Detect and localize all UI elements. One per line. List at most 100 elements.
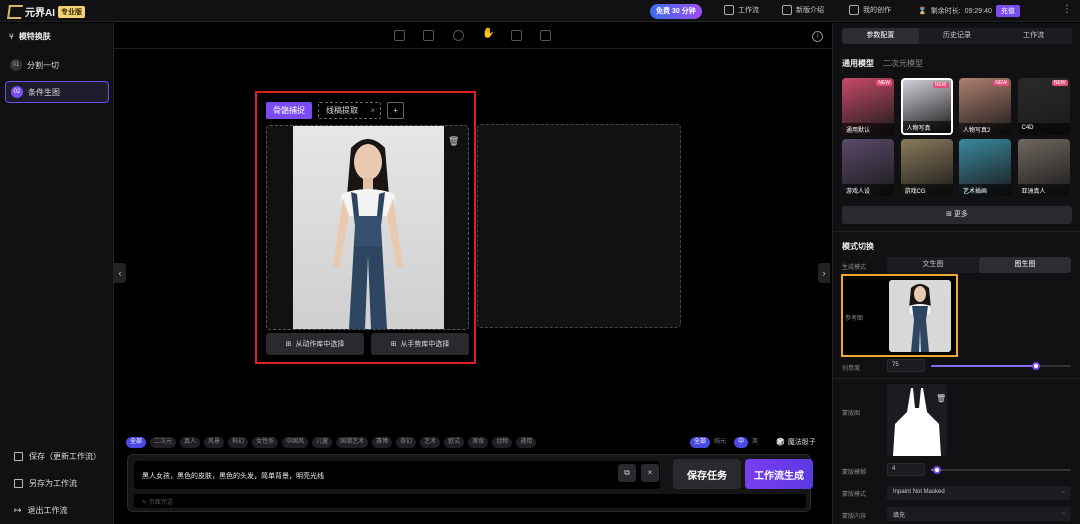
workflow-link[interactable]: 工作流	[724, 5, 759, 15]
exit-workflow-button[interactable]: ↦ 退出工作流	[14, 505, 68, 516]
new-badge: NEW	[1051, 80, 1068, 86]
tab-params[interactable]: 参数配置	[842, 28, 919, 44]
tab-history[interactable]: 历史记录	[919, 28, 996, 44]
negative-prompt-input[interactable]: ✎ 负面咒语	[134, 494, 806, 508]
save-task-button[interactable]: 保存任务	[673, 459, 741, 489]
pick-from-library-button[interactable]: ⊞ 从动作库中选择	[266, 333, 364, 355]
my-creations-link[interactable]: 我的创作	[849, 5, 891, 15]
model-card[interactable]: 游戏人设	[842, 139, 894, 196]
save-workflow-button[interactable]: 保存（更新工作流）	[14, 451, 101, 462]
style-tag[interactable]: 真人	[180, 437, 201, 448]
mask-mode-select[interactable]: Inpaint Not Masked ⌄	[887, 486, 1071, 500]
canvas-toolbar: ✋ i	[114, 23, 832, 49]
model-card[interactable]: C4D NEW	[1017, 78, 1070, 135]
free-minutes-pill[interactable]: 免费 30 分钟	[650, 4, 702, 19]
sidebar-step-segment[interactable]: 01 分割一切	[5, 54, 109, 76]
new-intro-label: 新版介绍	[796, 7, 824, 14]
info-icon[interactable]: i	[812, 31, 823, 42]
close-icon[interactable]: ×	[370, 106, 375, 115]
style-tag[interactable]: 风景	[204, 437, 225, 448]
style-tag[interactable]: 艺术	[420, 437, 441, 448]
style-tag[interactable]: 女性系	[252, 437, 279, 448]
creativity-value[interactable]: 75	[887, 359, 925, 372]
reference-image[interactable]: 🗑	[889, 280, 951, 352]
negative-placeholder: 负面咒语	[148, 500, 173, 506]
export-icon[interactable]	[540, 30, 551, 41]
style-tag[interactable]: 科幻	[228, 437, 249, 448]
workflow-icon	[724, 5, 734, 15]
sidebar-step-conditional[interactable]: 02 条件生图	[5, 81, 109, 103]
mask-content-select[interactable]: 填充 ⌄	[887, 507, 1071, 521]
mask-image[interactable]: 🗑	[887, 384, 947, 456]
style-tag[interactable]: 国潮艺术	[336, 437, 369, 448]
tab-workflow[interactable]: 工作流	[995, 28, 1072, 44]
app-logo[interactable]: 元界AI 专业版	[7, 4, 85, 19]
pick-template-label: 从手势库中选择	[400, 341, 450, 348]
model-label: 艺术插画	[959, 184, 1011, 196]
trash-icon[interactable]: 🗑	[939, 284, 949, 295]
trash-icon[interactable]: 🗑	[936, 394, 946, 405]
creativity-slider-knob[interactable]	[1032, 362, 1040, 370]
model-card[interactable]: 通用默认 NEW	[842, 78, 894, 135]
save-icon[interactable]	[423, 30, 434, 41]
hand-icon[interactable]: ✋	[482, 28, 494, 39]
style-tag[interactable]: 欧式	[444, 437, 465, 448]
pose-image-card[interactable]: 🗑	[266, 125, 469, 330]
style-tag[interactable]: 儿童	[312, 437, 333, 448]
recharge-button[interactable]: 充值	[995, 5, 1020, 17]
save-as-workflow-button[interactable]: 另存为工作流	[14, 478, 77, 489]
style-tag[interactable]: 中国风	[282, 437, 309, 448]
more-menu-icon[interactable]: ⋮	[1062, 4, 1072, 15]
language-toggle: 中 英	[734, 437, 759, 448]
filter-pure[interactable]: 纯元	[713, 437, 727, 448]
model-card[interactable]: 游戏CG	[900, 139, 953, 196]
mask-blur-value[interactable]: 4	[887, 463, 925, 476]
fullscreen-icon[interactable]	[511, 30, 522, 41]
mode-txt2img[interactable]: 文生图	[887, 257, 979, 273]
grid-icon: ⊞	[390, 341, 397, 348]
prompt-input[interactable]: 黑人女孩，黑色的皮肤，黑色的头发，简单背景，明亮光线	[134, 461, 660, 489]
style-tag[interactable]: 美食	[468, 437, 489, 448]
style-tag[interactable]: 通用	[516, 437, 537, 448]
control-image-panel: 骨骼捕捉 线稿提取 × + 🗑 ⊞ 从动作库中选择 ⊞ 从手势库中选择	[255, 91, 476, 364]
circle-icon[interactable]	[453, 30, 464, 41]
model-card[interactable]: 人物写真2 NEW	[959, 78, 1011, 135]
grid-icon: ⊞	[946, 211, 952, 218]
mask-blur-slider-knob[interactable]	[932, 466, 941, 474]
lang-zh[interactable]: 中	[734, 437, 749, 448]
filter-toggle-all: 全部 纯元	[690, 437, 727, 448]
style-tag[interactable]: 全部	[126, 437, 147, 448]
collapse-left-icon[interactable]: ‹	[114, 263, 126, 283]
model-label: 游戏人设	[842, 184, 894, 196]
tab-line-extract[interactable]: 线稿提取 ×	[318, 102, 381, 119]
more-models-button[interactable]: ⊞ 更多	[842, 206, 1072, 224]
mask-blur-slider[interactable]	[931, 466, 1071, 474]
creativity-slider[interactable]	[931, 362, 1071, 370]
pick-from-template-button[interactable]: ⊞ 从手势库中选择	[371, 333, 469, 355]
palette-icon[interactable]	[394, 30, 405, 41]
lang-en[interactable]: 英	[751, 437, 759, 448]
model-card[interactable]: 人物写真 NEW	[900, 78, 953, 135]
new-intro-link[interactable]: 新版介绍	[782, 5, 824, 15]
models-heading[interactable]: 通用模型	[842, 58, 874, 69]
trash-icon[interactable]: 🗑	[448, 136, 459, 147]
save-workflow-label: 保存（更新工作流）	[29, 452, 101, 461]
model-card[interactable]: 艺术插画	[959, 139, 1011, 196]
style-tag[interactable]: 奇幻	[396, 437, 417, 448]
collapse-right-icon[interactable]: ›	[818, 263, 830, 283]
copy-icon[interactable]: ⧉	[618, 464, 636, 482]
add-tab-button[interactable]: +	[387, 102, 404, 119]
style-tag[interactable]: 赛博	[372, 437, 393, 448]
style-tag[interactable]: 二次元	[150, 437, 177, 448]
more-label: 更多	[953, 211, 968, 218]
filter-all[interactable]: 全部	[690, 437, 711, 448]
magic-dice-button[interactable]: 🎲 魔法骰子	[776, 437, 816, 447]
tab-pose-capture[interactable]: 骨骼捕捉	[266, 102, 312, 119]
style-tag[interactable]: 动物	[492, 437, 513, 448]
model-card[interactable]: 亚洲真人	[1017, 139, 1070, 196]
anime-models-heading[interactable]: 二次元模型	[883, 58, 923, 69]
clear-icon[interactable]: ×	[641, 464, 659, 482]
mode-img2img[interactable]: 图生图	[979, 257, 1071, 273]
ref-label: 参考图	[845, 316, 864, 322]
generate-button[interactable]: 工作流生成	[745, 459, 813, 489]
